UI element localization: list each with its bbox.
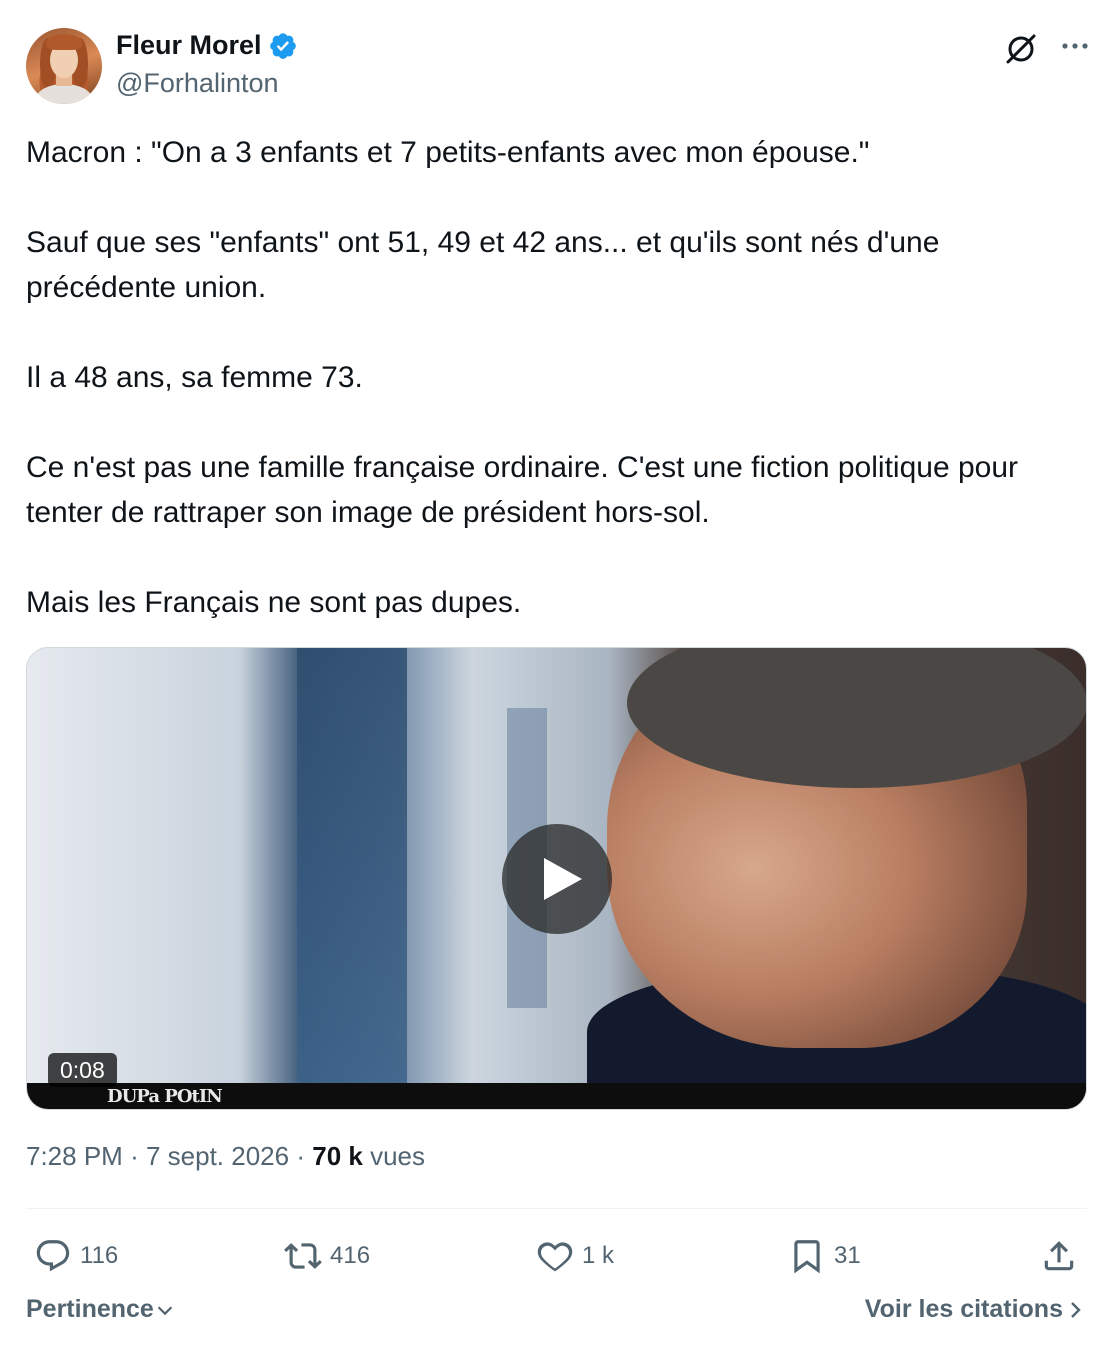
more-icon[interactable] (1060, 36, 1090, 56)
author-name-row[interactable]: Fleur Morel (116, 30, 298, 61)
video-player[interactable]: DUPa POtIN (26, 647, 1087, 1110)
avatar[interactable] (26, 28, 102, 104)
divider (26, 1208, 1087, 1209)
like-icon (537, 1242, 573, 1272)
bookmark-icon (794, 1240, 820, 1274)
verified-badge-icon (269, 32, 296, 59)
bookmark-button[interactable]: 31 (788, 1232, 861, 1280)
like-button[interactable]: 1 k (536, 1232, 614, 1280)
play-icon (544, 858, 582, 900)
video-duration-badge: 0:08 (48, 1053, 117, 1087)
video-frame-background (297, 648, 407, 1088)
tweet-footer: Pertinence Voir les citations (26, 1295, 1087, 1335)
grok-icon[interactable] (1004, 32, 1038, 66)
action-bar: 116 416 1 k 31 (26, 1232, 1087, 1282)
views-label: vues (370, 1141, 425, 1171)
bookmark-count: 31 (834, 1242, 861, 1269)
tweet-text: Macron : "On a 3 enfants et 7 petits-enf… (26, 136, 1019, 619)
tweet-date[interactable]: 7 sept. 2026 (146, 1141, 289, 1171)
chevron-right-icon (1071, 1301, 1081, 1318)
author-display-name[interactable]: Fleur Morel (116, 30, 262, 61)
tweet-meta: 7:28 PM · 7 sept. 2026 · 70 k vues (26, 1141, 425, 1171)
reply-icon (36, 1240, 70, 1272)
reply-button[interactable]: 116 (34, 1232, 118, 1280)
chevron-down-icon (157, 1305, 173, 1315)
author-handle[interactable]: @Forhalinton (116, 68, 279, 99)
repost-icon (284, 1243, 322, 1269)
reply-count: 116 (80, 1242, 119, 1269)
tweet-time[interactable]: 7:28 PM (26, 1141, 123, 1171)
sort-label: Pertinence (26, 1295, 154, 1323)
repost-count: 416 (330, 1242, 371, 1269)
like-count: 1 k (582, 1242, 615, 1269)
repost-button[interactable]: 416 (284, 1232, 370, 1280)
share-button[interactable] (1040, 1232, 1078, 1280)
video-overlay-logo: DUPa POtIN (107, 1086, 223, 1107)
tweet-header: Fleur Morel @Forhalinton (26, 28, 1090, 106)
share-icon (1044, 1241, 1074, 1271)
play-button[interactable] (502, 824, 612, 934)
views-count: 70 k (312, 1141, 363, 1171)
sort-dropdown[interactable]: Pertinence (26, 1295, 176, 1324)
view-quotes-link[interactable]: Voir les citations (865, 1295, 1087, 1324)
view-quotes-label: Voir les citations (864, 1295, 1063, 1323)
